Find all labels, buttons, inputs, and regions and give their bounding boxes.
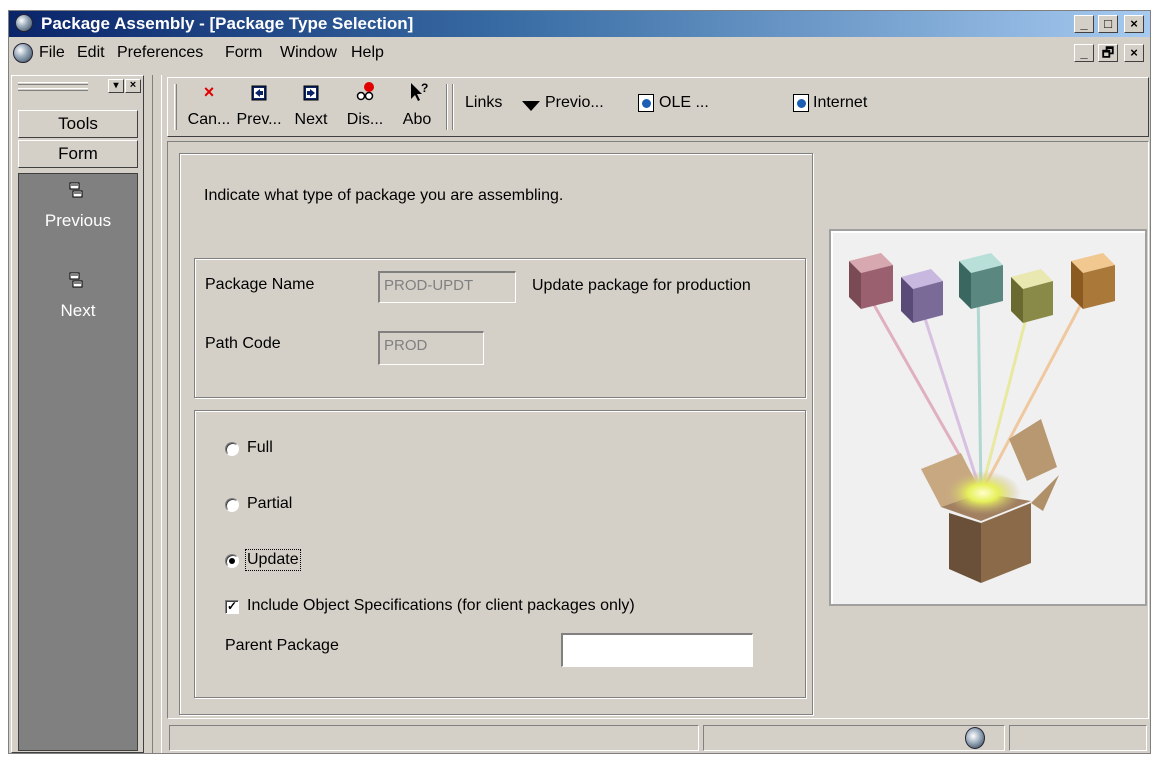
pane-close-button[interactable]: × (125, 79, 141, 93)
option-full[interactable]: Full (225, 437, 345, 461)
minimize-button[interactable]: _ (1074, 15, 1094, 33)
ole-link-label: OLE ... (659, 94, 709, 111)
include-specs-option[interactable]: ✓ Include Object Specifications (for cli… (225, 595, 745, 619)
menu-preferences[interactable]: Preferences (117, 44, 203, 62)
tools-button[interactable]: Tools (18, 110, 138, 138)
links-label[interactable]: Links (465, 94, 502, 112)
package-info-groupbox: Package Name PROD-UPDT Update package fo… (194, 258, 806, 398)
internet-link-label: Internet (813, 94, 868, 111)
pane-minimize-button[interactable]: ▾ (108, 79, 124, 93)
package-type-groupbox: Full Partial Update ✓ Include Object Spe… (194, 410, 806, 698)
status-cell-main (169, 725, 699, 751)
package-description: Update package for production (532, 277, 751, 294)
parent-package-label: Parent Package (225, 637, 339, 654)
form-button[interactable]: Form (18, 140, 138, 168)
mdi-close-button[interactable]: × (1124, 44, 1144, 62)
toolbar-separator (446, 84, 448, 130)
menu-help[interactable]: Help (351, 44, 384, 62)
dropdown-arrow-icon (522, 101, 540, 111)
display-glasses-icon (356, 82, 374, 101)
package-illustration-image (849, 253, 1115, 583)
internet-link-button[interactable]: Internet (793, 92, 893, 116)
pane-grip-2 (18, 88, 88, 91)
path-code-field: PROD (378, 331, 484, 365)
mdi-minimize-button[interactable]: _ (1074, 44, 1094, 62)
previous-link-label: Previo... (545, 94, 604, 111)
path-code-label: Path Code (205, 335, 281, 352)
title-bar[interactable]: Package Assembly - [Package Type Selecti… (9, 11, 1150, 37)
toolbar: × Can... Prev... Next Dis... ? Abo Links… (167, 77, 1149, 137)
cancel-button[interactable]: × Can... (186, 81, 232, 133)
option-partial[interactable]: Partial (225, 493, 345, 517)
menu-bar: File Edit Preferences Form Window Help _… (9, 38, 1150, 69)
previous-record-button[interactable]: Prev... (236, 81, 282, 133)
exit-next[interactable]: Next (19, 272, 137, 332)
full-label: Full (247, 439, 273, 456)
partial-radio[interactable] (225, 498, 239, 512)
next-record-icon (303, 85, 319, 101)
exit-previous-label: Previous (44, 211, 112, 230)
menu-file[interactable]: File (39, 44, 65, 62)
status-bar (167, 719, 1149, 753)
menu-edit[interactable]: Edit (77, 44, 105, 62)
status-cell-2 (703, 725, 1005, 751)
include-specs-checkbox[interactable]: ✓ (225, 600, 239, 614)
ole-link-button[interactable]: OLE ... (638, 92, 738, 116)
form-groupbox: Indicate what type of package you are as… (179, 153, 813, 715)
exit-bar: ▾ × Tools Form Previous Next (11, 75, 144, 753)
next-record-button[interactable]: Next (288, 81, 334, 133)
previous-record-icon (251, 85, 267, 101)
form-globe-icon[interactable] (13, 43, 33, 63)
previous-form-icon (69, 182, 83, 198)
about-label: Abo (402, 111, 432, 128)
pane-splitter[interactable] (152, 75, 162, 753)
display-button[interactable]: Dis... (342, 81, 388, 133)
instruction-text: Indicate what type of package you are as… (204, 187, 564, 204)
package-name-field: PROD-UPDT (378, 271, 516, 303)
mdi-restore-button[interactable]: 🗗 (1098, 44, 1118, 62)
status-globe-icon (965, 727, 985, 749)
ole-document-icon (638, 94, 654, 112)
next-record-label: Next (294, 111, 328, 128)
internet-document-icon (793, 94, 809, 112)
previous-record-label: Prev... (236, 111, 282, 128)
next-form-icon (69, 272, 83, 288)
about-button[interactable]: ? Abo (394, 81, 440, 133)
help-pointer-icon: ? (411, 81, 428, 101)
window-title: Package Assembly - [Package Type Selecti… (41, 14, 414, 33)
include-specs-label: Include Object Specifications (for clien… (247, 597, 635, 614)
previous-link-button[interactable]: Previo... (522, 92, 654, 116)
cancel-icon: × (203, 82, 215, 102)
pane-grip[interactable] (18, 82, 88, 85)
toolbar-grip[interactable] (174, 84, 177, 130)
update-radio[interactable] (225, 554, 239, 568)
display-label: Dis... (346, 111, 384, 128)
package-illustration (829, 229, 1147, 606)
svg-text:?: ? (421, 81, 428, 95)
app-globe-icon (15, 14, 33, 32)
exit-previous[interactable]: Previous (19, 182, 137, 242)
package-name-label: Package Name (205, 276, 315, 293)
update-label: Update (245, 549, 301, 571)
option-update[interactable]: Update (225, 549, 345, 573)
exit-list: Previous Next (18, 173, 138, 751)
status-cell-3 (1009, 725, 1147, 751)
exit-next-label: Next (60, 301, 96, 320)
parent-package-input[interactable] (561, 633, 753, 667)
partial-label: Partial (247, 495, 293, 512)
application-window: Package Assembly - [Package Type Selecti… (8, 10, 1151, 754)
maximize-button[interactable]: □ (1098, 15, 1118, 33)
toolbar-separator-2 (452, 84, 454, 130)
close-button[interactable]: × (1124, 15, 1144, 33)
menu-form[interactable]: Form (225, 44, 262, 62)
menu-window[interactable]: Window (280, 44, 337, 62)
cancel-label: Can... (187, 111, 231, 128)
full-radio[interactable] (225, 442, 239, 456)
